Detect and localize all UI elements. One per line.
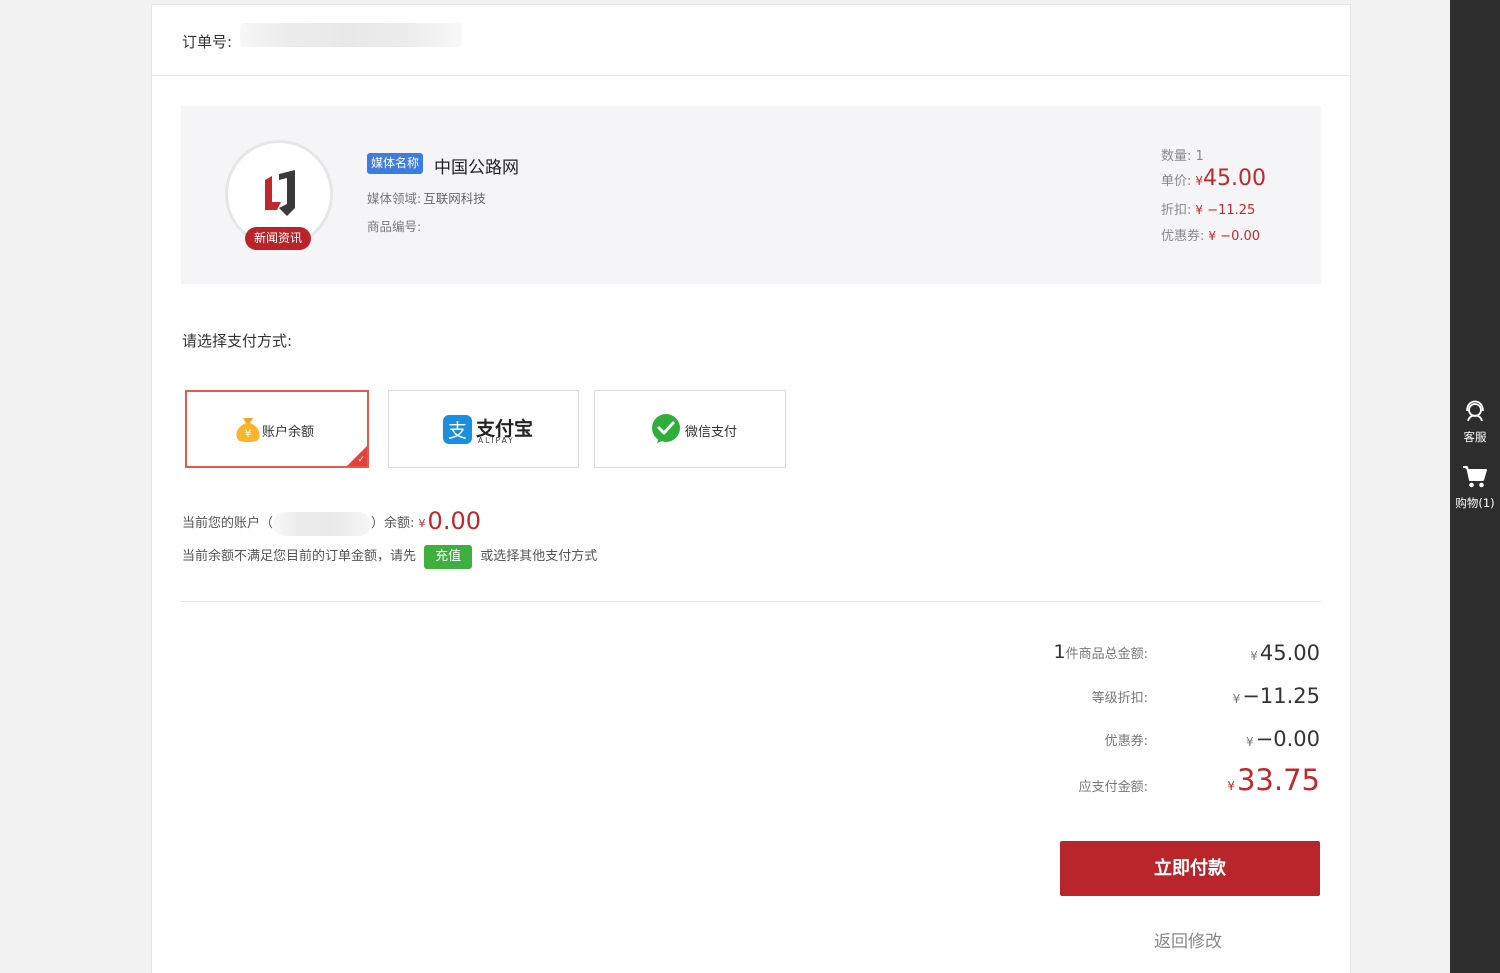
coupon-label: 优惠券:	[1161, 229, 1205, 244]
sidebar-service-label: 客服	[1463, 430, 1487, 444]
summary-coupon-currency: ¥	[1246, 735, 1254, 749]
balance-currency: ¥	[418, 517, 426, 530]
check-icon: ✓	[357, 455, 365, 465]
coupon-currency: ¥	[1208, 229, 1217, 243]
wechat-pay-label: 微信支付	[685, 425, 738, 440]
warning-pre: 当前余额不满足您目前的订单金额，请先	[182, 549, 417, 564]
unit-price-label: 单价:	[1161, 174, 1192, 189]
svg-text:支: 支	[448, 420, 467, 442]
product-panel: 新闻资讯 媒体名称 中国公路网 媒体领域: 互联网科技 商品编号: 数量: 1 单…	[181, 106, 1321, 284]
recharge-button[interactable]: 充值	[424, 545, 473, 569]
discount-value: −11.25	[1207, 203, 1256, 218]
coupon-value: −0.00	[1220, 229, 1261, 244]
unit-price-line: 单价: ¥45.00	[1161, 166, 1266, 191]
summary-total-currency: ¥	[1250, 649, 1258, 663]
level-discount-amount: −11.25	[1242, 684, 1320, 708]
media-field: 媒体领域: 互联网科技	[367, 188, 486, 207]
money-bag-icon: ¥	[236, 418, 260, 442]
back-to-edit-link[interactable]: 返回修改	[1154, 927, 1222, 952]
item-count: 1	[1053, 641, 1066, 663]
product-code: 商品编号:	[367, 216, 421, 235]
summary-level-discount-row: 等级折扣: ¥−11.25	[952, 680, 1320, 710]
unit-price-currency: ¥	[1195, 174, 1204, 188]
quantity-value: 1	[1195, 149, 1204, 164]
summary-coupon-row: 优惠券: ¥−0.00	[952, 723, 1320, 753]
alipay-logo-icon: 支	[443, 415, 472, 444]
quantity-line: 数量: 1	[1161, 145, 1204, 164]
sidebar-cart[interactable]: 购物(1)	[1450, 465, 1500, 511]
summary-coupon-label: 优惠券:	[1104, 734, 1148, 749]
summary-coupon-value: ¥−0.00	[1246, 727, 1320, 751]
payable-label: 应支付金额:	[1078, 780, 1148, 795]
level-discount-label: 等级折扣:	[1091, 691, 1148, 706]
pay-method-balance[interactable]: ¥ 账户余额 ✓	[185, 390, 369, 468]
unit-price-value: 45.00	[1203, 166, 1267, 191]
balance-prefix: 当前您的账户（	[182, 516, 274, 531]
summary-total-label-text: 件商品总金额:	[1065, 647, 1148, 662]
payment-method-title: 请选择支付方式:	[182, 332, 293, 350]
pay-method-alipay[interactable]: 支 支付宝 ALIPAY	[388, 390, 579, 468]
balance-suffix: ）余额:	[371, 516, 415, 531]
account-redacted	[273, 511, 372, 536]
balance-amount: 0.00	[427, 507, 481, 535]
order-number-row: 订单号:	[152, 5, 1350, 76]
coupon-line: 优惠券: ¥ −0.00	[1161, 225, 1260, 244]
order-number-redacted	[240, 23, 462, 47]
summary-total-label: 1件商品总金额:	[1054, 641, 1148, 663]
summary-total-row: 1件商品总金额: ¥45.00	[952, 637, 1320, 667]
payable-amount: 33.75	[1236, 763, 1320, 797]
sidebar-customer-service[interactable]: 客服	[1450, 399, 1500, 445]
payable-value: ¥33.75	[1227, 763, 1320, 797]
pay-now-button[interactable]: 立即付款	[1060, 841, 1320, 896]
summary-total-value: ¥45.00	[1250, 641, 1320, 665]
summary-coupon-amount: −0.00	[1255, 727, 1320, 751]
media-name[interactable]: 中国公路网	[434, 153, 519, 178]
warning-post: 或选择其他支付方式	[480, 549, 598, 564]
customer-service-icon	[1466, 400, 1484, 422]
category-badge: 新闻资讯	[245, 227, 311, 250]
media-field-value: 互联网科技	[423, 191, 486, 206]
discount-label: 折扣:	[1161, 203, 1192, 218]
level-discount-currency: ¥	[1232, 692, 1241, 706]
sidebar-cart-label: 购物(1)	[1455, 496, 1495, 510]
right-sidebar: 客服 购物(1)	[1450, 0, 1500, 973]
balance-line: 当前您的账户（ ）余额: ¥0.00	[182, 507, 481, 536]
quantity-label: 数量:	[1161, 149, 1192, 164]
svg-text:¥: ¥	[245, 427, 252, 440]
alipay-sublabel: ALIPAY	[478, 436, 515, 445]
pay-method-balance-label: 账户余额	[262, 425, 315, 440]
media-logo	[265, 170, 295, 216]
insufficient-balance-line: 当前余额不满足您目前的订单金额，请先 充值 或选择其他支付方式	[182, 545, 597, 569]
payable-currency: ¥	[1227, 779, 1235, 793]
level-discount-value: ¥−11.25	[1233, 684, 1320, 708]
discount-currency: ¥	[1195, 203, 1204, 217]
pay-method-wechat[interactable]: 微信支付	[594, 390, 786, 468]
order-card: 订单号: 新闻资讯 媒体名称 中国公路网 媒体领域: 互联网科技 商品编号: 数量…	[151, 4, 1351, 973]
section-divider	[181, 601, 1321, 602]
media-name-tag: 媒体名称	[367, 153, 424, 174]
wechat-pay-icon	[652, 414, 680, 443]
order-number-label: 订单号:	[182, 33, 233, 51]
discount-line: 折扣: ¥ −11.25	[1161, 199, 1255, 218]
summary-total-amount: 45.00	[1259, 641, 1320, 665]
product-code-label: 商品编号:	[367, 219, 422, 234]
summary-payable-row: 应支付金额: ¥33.75	[952, 763, 1320, 799]
cart-icon	[1463, 466, 1487, 488]
media-field-label: 媒体领域:	[367, 191, 422, 206]
